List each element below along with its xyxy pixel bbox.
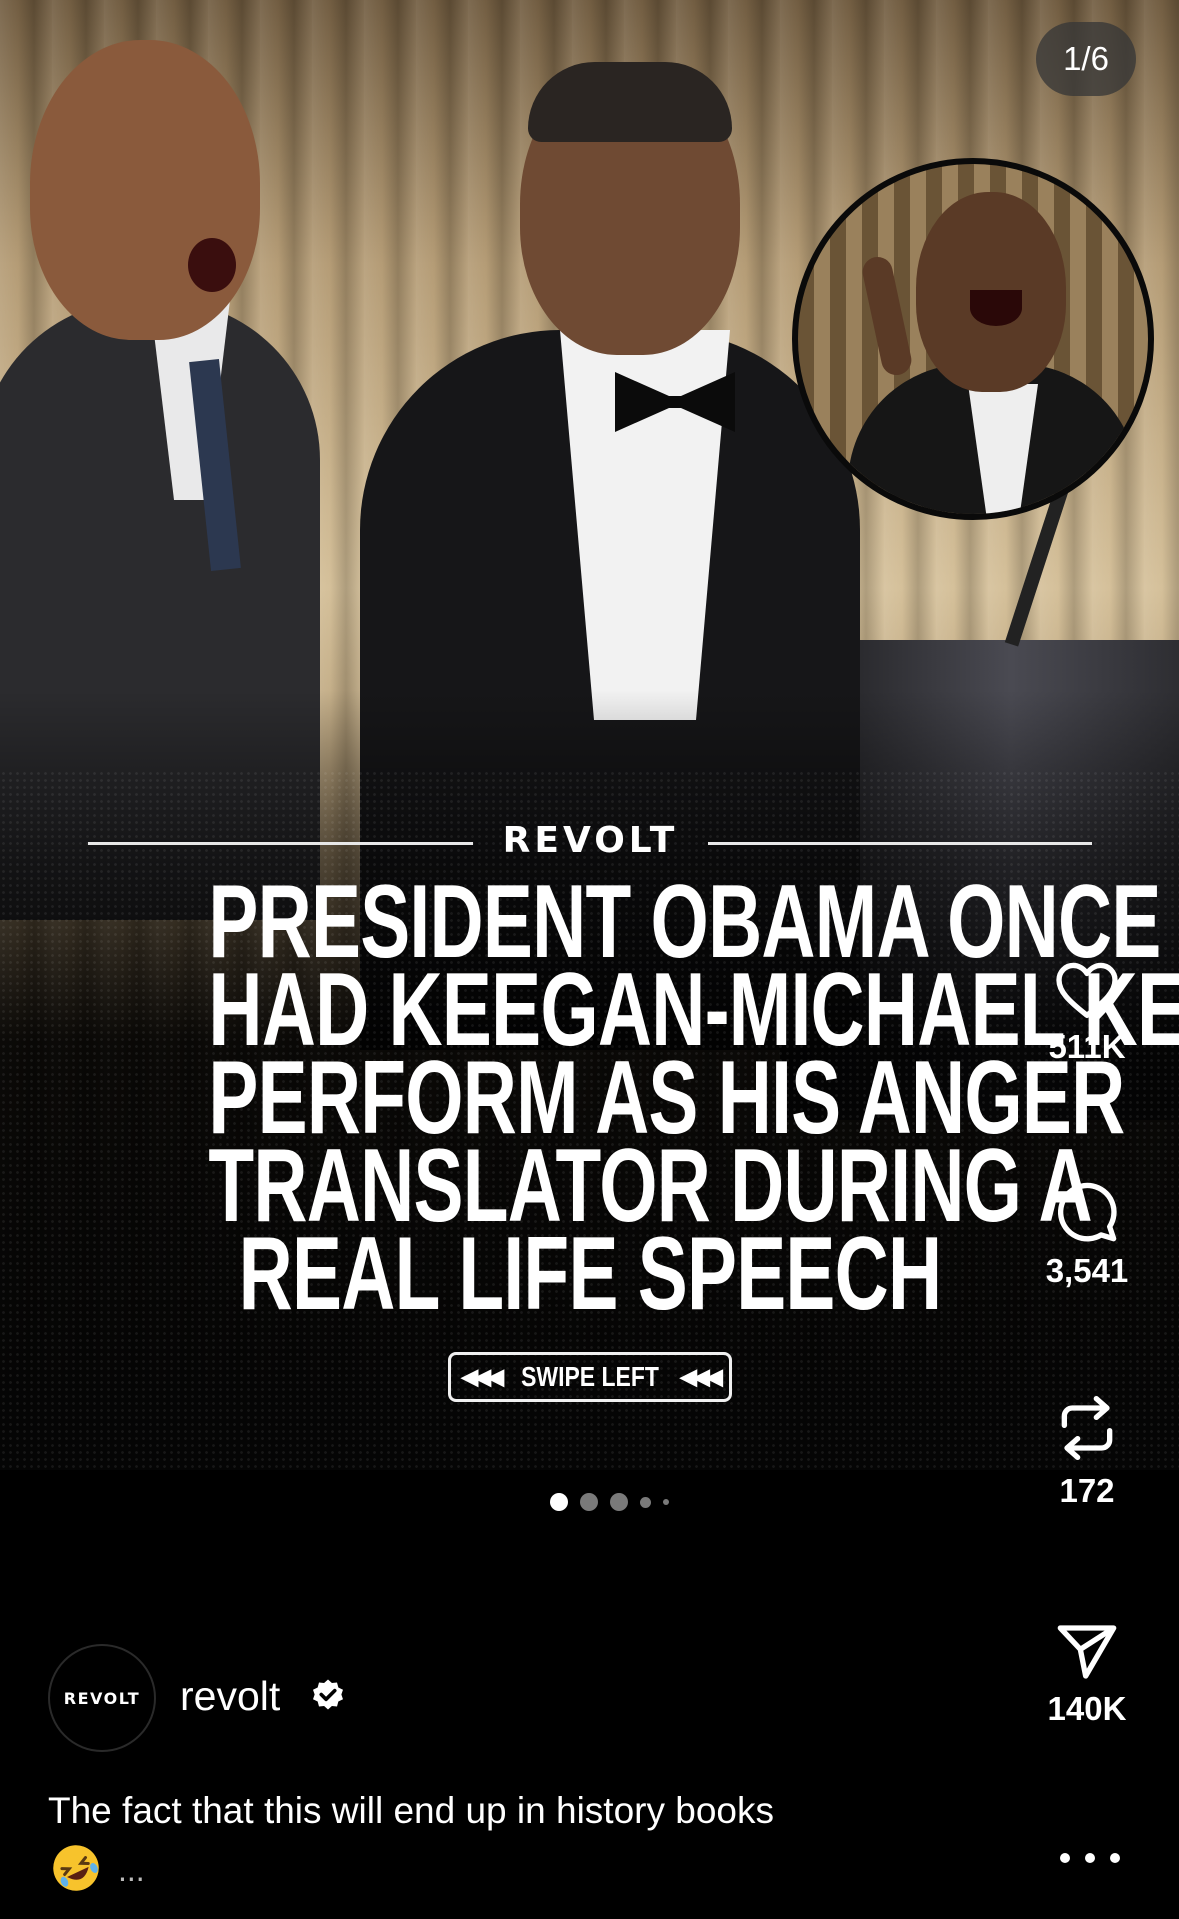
carousel-dot (580, 1493, 598, 1511)
comment-count: 3,541 (1045, 1252, 1129, 1289)
swipe-label: SWIPE LEFT (521, 1361, 659, 1392)
caption-truncation[interactable]: ... (118, 1852, 145, 1889)
share-button[interactable]: 140K (1030, 1622, 1144, 1728)
swipe-left-badge: ◀◀◀ SWIPE LEFT ◀◀◀ (448, 1352, 732, 1402)
inset-mouth (970, 290, 1022, 326)
more-dot (1110, 1853, 1120, 1863)
image-counter: 1/6 (1036, 22, 1136, 96)
share-count: 140K (1047, 1690, 1127, 1727)
carousel-dot (640, 1496, 651, 1508)
avatar-logo-text: REVOLT (63, 1688, 141, 1708)
divider-line (88, 842, 473, 845)
rolling-on-floor-laughing-icon (53, 1845, 99, 1891)
left-arrows-icon: ◀◀◀ (461, 1364, 504, 1389)
avatar[interactable]: REVOLT (48, 1644, 156, 1752)
left-arrows-icon: ◀◀◀ (680, 1364, 723, 1389)
brand-logo-text: REVOLT (502, 820, 679, 861)
comment-button[interactable]: 3,541 (1030, 1180, 1144, 1290)
more-dot (1085, 1853, 1095, 1863)
heart-icon (1056, 962, 1118, 1018)
headline: PRESIDENT OBAMA ONCE HAD KEEGAN-MICHAEL … (60, 870, 1179, 1332)
inset-circle-photo (792, 158, 1154, 520)
divider-line (708, 842, 1092, 845)
like-count: 511K (1048, 1028, 1126, 1065)
more-dot (1060, 1853, 1070, 1863)
repost-count: 172 (1059, 1472, 1115, 1509)
comment-bubble-icon (1058, 1182, 1117, 1242)
keegan-head (30, 40, 260, 340)
send-icon (1057, 1625, 1117, 1679)
more-options-button[interactable] (1060, 1840, 1120, 1876)
carousel-dot (663, 1499, 669, 1505)
like-button[interactable]: 511K (1030, 960, 1144, 1066)
inset-raised-finger (859, 254, 915, 378)
repost-icon (1061, 1395, 1113, 1460)
post-caption[interactable]: The fact that this will end up in histor… (48, 1786, 988, 1836)
carousel-dot-active (550, 1493, 568, 1511)
obama-hair (528, 62, 732, 142)
headline-line: REAL LIFE SPEECH (238, 1216, 942, 1332)
carousel-indicator (550, 1490, 669, 1514)
repost-button[interactable]: 172 (1030, 1392, 1144, 1510)
open-mouth (188, 238, 236, 292)
carousel-dot (610, 1493, 628, 1511)
brand-row: REVOLT (88, 818, 1092, 870)
verified-badge-icon (313, 1679, 343, 1710)
author-username[interactable]: revolt (180, 1673, 280, 1720)
post-image[interactable]: 1/6 REVOLT PRESIDENT OBAMA ONCE HAD KEEG… (0, 0, 1179, 1470)
